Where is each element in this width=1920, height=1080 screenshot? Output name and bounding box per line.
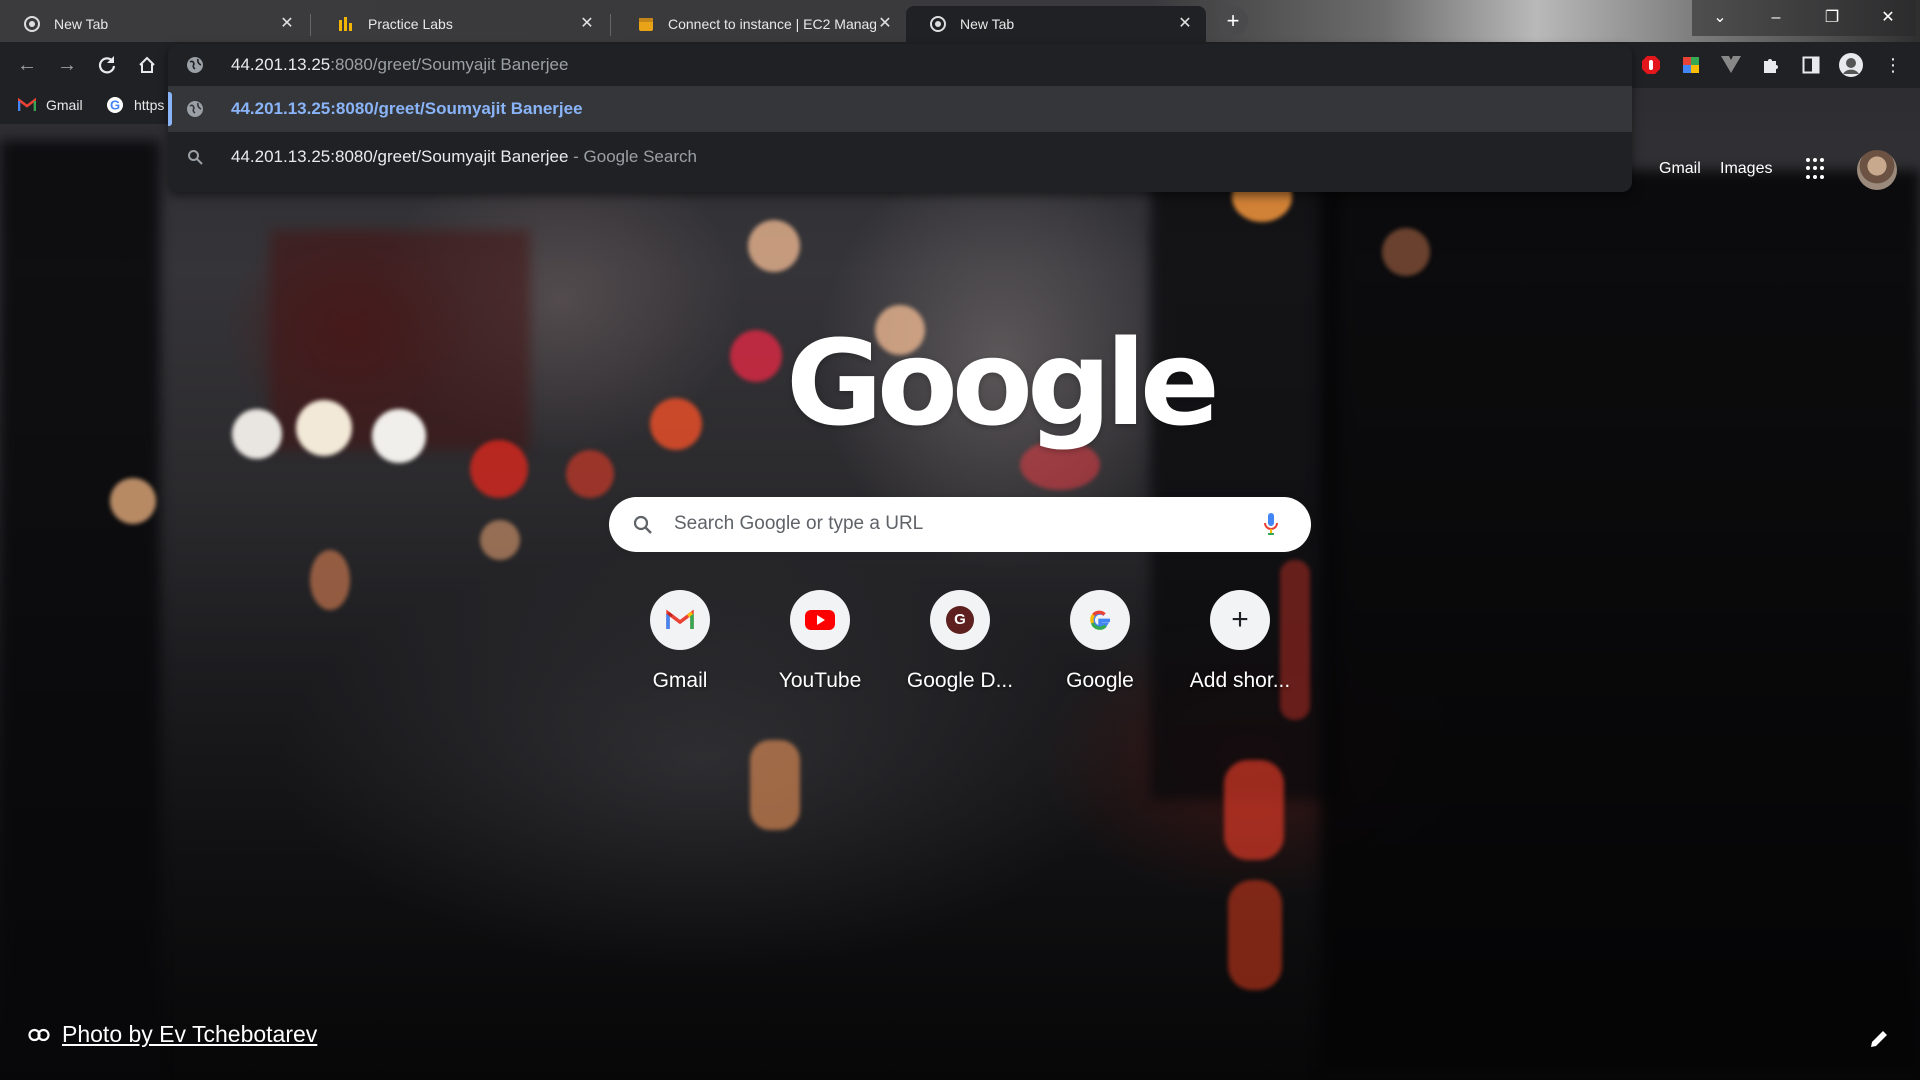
shortcut-label: YouTube xyxy=(778,669,862,692)
new-tab-button[interactable]: + xyxy=(1218,6,1248,36)
suggestion-suffix: - Google Search xyxy=(568,147,697,166)
svg-text:G: G xyxy=(110,98,120,113)
gmail-icon xyxy=(650,590,710,650)
bookmark-gmail[interactable]: Gmail xyxy=(18,96,83,114)
suggestion-query: 44.201.13.25:8080/greet/Soumyajit Banerj… xyxy=(231,147,569,166)
shortcut-add[interactable]: + Add shor... xyxy=(1180,590,1300,693)
plus-icon: + xyxy=(1210,590,1270,650)
reload-icon[interactable] xyxy=(92,50,122,80)
color-picker-icon[interactable] xyxy=(1680,54,1702,76)
chrome-icon xyxy=(24,16,40,32)
shortcut-label: Gmail xyxy=(652,669,708,692)
search-icon xyxy=(186,148,204,166)
extensions-puzzle-icon[interactable] xyxy=(1760,54,1782,76)
g-letter-icon: G xyxy=(930,590,990,650)
tab-new-tab-active[interactable]: New Tab ✕ xyxy=(906,6,1206,42)
search-input[interactable] xyxy=(674,507,1234,541)
shortcut-label: Google D... xyxy=(906,669,1014,692)
plus-symbol: + xyxy=(1231,603,1249,636)
tab-new-tab-1[interactable]: New Tab ✕ xyxy=(0,6,308,42)
google-apps-icon[interactable] xyxy=(1806,158,1828,180)
side-panel-icon[interactable] xyxy=(1800,54,1822,76)
bookmark-label: https xyxy=(134,97,165,113)
vue-devtools-icon[interactable] xyxy=(1720,54,1742,76)
address-bar[interactable]: 44.201.13.25:8080/greet/Soumyajit Banerj… xyxy=(168,44,1632,86)
shortcut-label: Google xyxy=(1066,669,1134,692)
images-link[interactable]: Images xyxy=(1720,160,1772,178)
tab-close-icon[interactable]: ✕ xyxy=(278,15,296,33)
tab-search-button[interactable]: ⌄ xyxy=(1692,0,1748,36)
tab-ec2-connect[interactable]: Connect to instance | EC2 Manag ✕ xyxy=(614,6,906,42)
g-letter-badge: G xyxy=(946,606,974,634)
gmail-icon xyxy=(18,96,36,114)
globe-icon xyxy=(186,100,204,118)
adblock-icon[interactable] xyxy=(1640,54,1662,76)
address-host: 44.201.13.25 xyxy=(231,55,331,74)
address-text[interactable]: 44.201.13.25:8080/greet/Soumyajit Banerj… xyxy=(231,55,568,75)
forward-arrow-icon[interactable]: → xyxy=(52,50,82,80)
google-icon xyxy=(1070,590,1130,650)
minimize-button[interactable]: – xyxy=(1748,0,1804,36)
back-arrow-icon[interactable]: ← xyxy=(12,50,42,80)
suggestion-text: 44.201.13.25:8080/greet/Soumyajit Banerj… xyxy=(231,147,697,167)
gmail-link[interactable]: Gmail xyxy=(1659,160,1701,178)
microphone-icon[interactable] xyxy=(1263,512,1279,541)
bookmark-label: Gmail xyxy=(46,97,83,113)
globe-icon xyxy=(186,56,204,74)
tab-title: Connect to instance | EC2 Manag xyxy=(668,16,876,32)
tab-title: Practice Labs xyxy=(368,16,453,32)
more-menu-icon[interactable]: ⋮ xyxy=(1882,54,1904,76)
google-icon: G xyxy=(106,96,124,114)
tab-strip: New Tab ✕ Practice Labs ✕ Connect to ins… xyxy=(0,0,1920,42)
tab-close-icon[interactable]: ✕ xyxy=(876,15,894,33)
home-icon[interactable] xyxy=(132,50,162,80)
tab-close-icon[interactable]: ✕ xyxy=(1176,15,1194,33)
tab-close-icon[interactable]: ✕ xyxy=(578,15,596,33)
photo-attribution[interactable]: Photo by Ev Tchebotarev xyxy=(28,1021,317,1048)
omnibox-dropdown: 44.201.13.25:8080/greet/Soumyajit Banerj… xyxy=(168,44,1632,192)
close-window-button[interactable]: ✕ xyxy=(1860,0,1916,36)
address-path: :8080/greet/Soumyajit Banerjee xyxy=(330,55,569,74)
bookmark-https[interactable]: G https xyxy=(106,96,164,114)
chrome-icon xyxy=(930,16,946,32)
aws-icon xyxy=(638,16,654,32)
suggestion-url[interactable]: 44.201.13.25:8080/greet/Soumyajit Banerj… xyxy=(168,86,1632,132)
attribution-link[interactable]: Photo by Ev Tchebotarev xyxy=(62,1021,317,1048)
tab-title: New Tab xyxy=(960,16,1015,32)
profile-avatar-icon[interactable] xyxy=(1838,52,1864,78)
search-box[interactable] xyxy=(609,497,1311,552)
google-logo: Google xyxy=(786,314,1220,452)
shortcut-youtube[interactable]: YouTube xyxy=(760,590,880,693)
shortcut-gmail[interactable]: Gmail xyxy=(620,590,740,693)
account-avatar[interactable] xyxy=(1857,150,1897,190)
link-icon xyxy=(28,1021,50,1048)
practice-labs-icon xyxy=(338,16,354,32)
youtube-icon xyxy=(790,590,850,650)
suggestion-search[interactable]: 44.201.13.25:8080/greet/Soumyajit Banerj… xyxy=(168,134,1632,180)
bookmarks-bar: Gmail G https xyxy=(0,88,180,124)
tab-practice-labs[interactable]: Practice Labs ✕ xyxy=(314,6,608,42)
restore-button[interactable]: ❐ xyxy=(1804,0,1860,36)
shortcut-label: Add shor... xyxy=(1189,669,1291,692)
search-icon xyxy=(633,515,652,534)
shortcut-google-d[interactable]: G Google D... xyxy=(900,590,1020,693)
tab-title: New Tab xyxy=(54,16,109,32)
suggestion-text: 44.201.13.25:8080/greet/Soumyajit Banerj… xyxy=(231,99,583,118)
shortcut-google[interactable]: Google xyxy=(1040,590,1160,693)
pencil-edit-icon[interactable] xyxy=(1868,1028,1890,1050)
